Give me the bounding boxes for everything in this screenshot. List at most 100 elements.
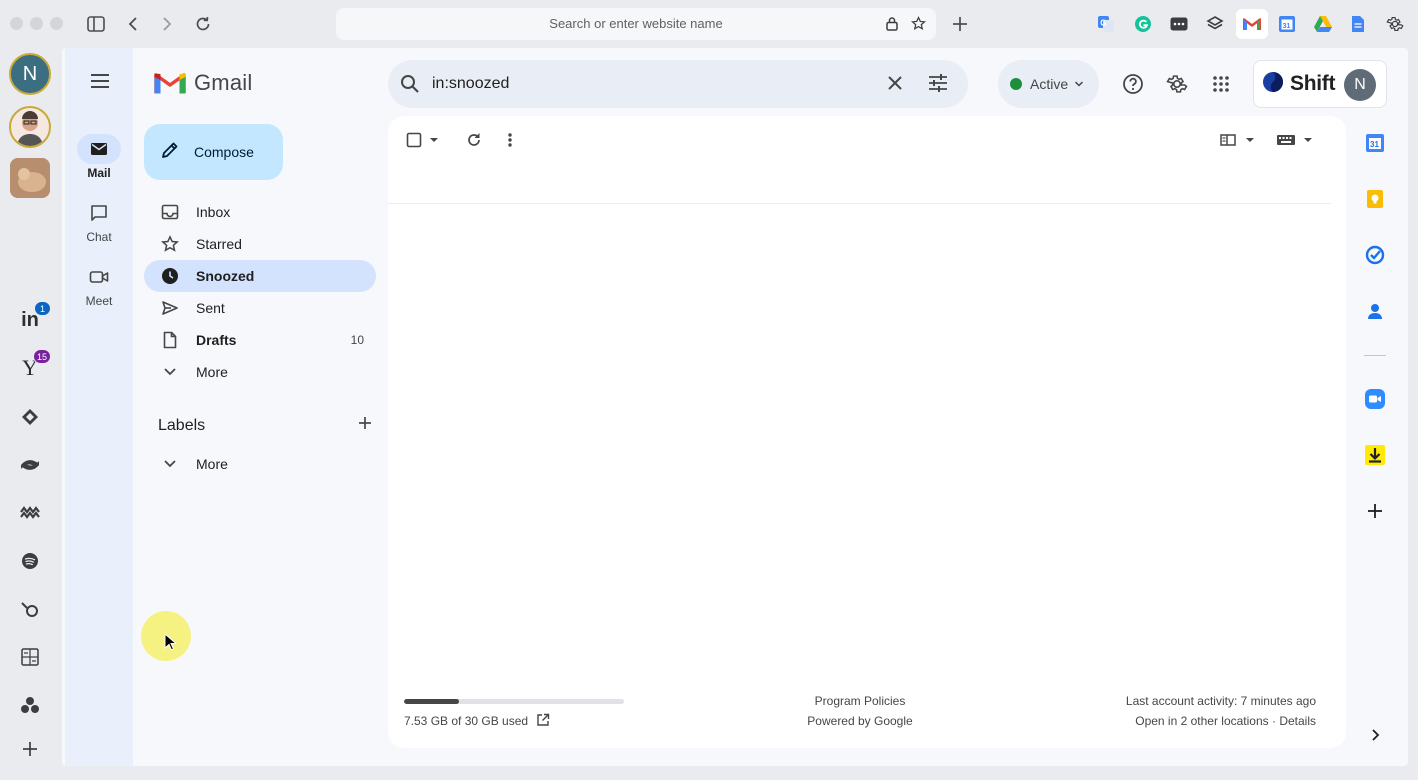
inbox-icon — [160, 204, 180, 220]
google-docs-icon[interactable] — [1347, 13, 1369, 35]
refresh-icon[interactable] — [466, 130, 482, 150]
bookmark-star-icon[interactable] — [910, 16, 927, 36]
add-label-icon[interactable] — [358, 416, 372, 435]
address-bar-placeholder: Search or enter website name — [549, 16, 723, 31]
storage-usage-text[interactable]: 7.53 GB of 30 GB used — [404, 714, 528, 728]
reload-icon[interactable] — [191, 12, 215, 36]
contacts-icon[interactable] — [1364, 300, 1386, 322]
gear-icon[interactable] — [1384, 13, 1406, 35]
clear-search-icon[interactable] — [886, 74, 904, 97]
diamond-app-icon[interactable] — [18, 405, 42, 429]
nav-item-snoozed[interactable]: Snoozed — [144, 260, 376, 292]
address-bar[interactable]: Search or enter website name — [336, 8, 936, 40]
search-icon[interactable] — [400, 74, 420, 99]
nav-item-drafts[interactable]: Drafts 10 — [144, 324, 376, 356]
layers-icon[interactable] — [1204, 13, 1226, 35]
workspace-photo-avatar[interactable] — [10, 158, 50, 198]
storage-progress-bar — [404, 699, 624, 704]
activity-details-link[interactable]: Open in 2 other locations · Details — [1135, 714, 1316, 728]
shift-account-box[interactable]: Shift N — [1253, 60, 1387, 108]
nav-inbox-label: Inbox — [196, 204, 231, 220]
calendar-icon[interactable]: 31 — [1364, 132, 1386, 154]
status-selector[interactable]: Active — [998, 60, 1099, 108]
powered-by-google-text: Powered by Google — [807, 714, 913, 728]
sidebar-toggle-icon[interactable] — [84, 12, 108, 36]
nav-item-inbox[interactable]: Inbox — [144, 196, 376, 228]
wave-app-icon[interactable] — [18, 501, 42, 525]
profile-photo-avatar[interactable] — [9, 106, 51, 148]
account-avatar-letter: N — [22, 62, 38, 85]
labels-more[interactable]: More — [144, 448, 376, 480]
community-icon[interactable] — [18, 693, 42, 717]
add-app-icon[interactable] — [18, 737, 42, 761]
help-icon[interactable] — [1121, 72, 1145, 96]
get-addons-icon[interactable] — [1364, 500, 1386, 522]
input-tools-dropdown-icon[interactable] — [1304, 137, 1312, 143]
nav-item-starred[interactable]: Starred — [144, 228, 376, 260]
back-icon[interactable] — [121, 12, 145, 36]
google-translate-icon[interactable]: G — [1095, 13, 1117, 35]
mode-chat-label: Chat — [86, 230, 112, 244]
select-all-checkbox[interactable] — [406, 130, 438, 150]
calculator-icon[interactable] — [18, 645, 42, 669]
linkedin-notification-badge: 1 — [34, 301, 51, 316]
labels-header: Labels — [158, 416, 372, 435]
more-options-icon[interactable] — [508, 130, 512, 150]
apps-grid-icon[interactable] — [1209, 72, 1233, 96]
new-tab-icon[interactable] — [948, 12, 972, 36]
svg-text:31: 31 — [1370, 140, 1379, 149]
window-minimize-button[interactable] — [30, 17, 43, 30]
mode-mail[interactable]: Mail — [65, 134, 133, 180]
google-calendar-ext-icon[interactable]: 31 — [1276, 13, 1298, 35]
download-icon[interactable] — [1364, 444, 1386, 466]
main-menu-icon[interactable] — [89, 72, 111, 95]
program-policies-link[interactable]: Program Policies — [760, 694, 960, 708]
chat-icon — [77, 198, 121, 228]
nav-item-sent[interactable]: Sent — [144, 292, 376, 324]
google-account-avatar[interactable]: N — [1344, 69, 1376, 101]
nav-item-more[interactable]: More — [144, 356, 376, 388]
mail-icon — [77, 134, 121, 164]
nav-more-label: More — [196, 364, 228, 380]
gmail-extension-icon[interactable] — [1236, 9, 1268, 39]
mode-meet[interactable]: Meet — [65, 262, 133, 308]
spotify-icon[interactable] — [18, 549, 42, 573]
mode-mail-label: Mail — [87, 166, 111, 180]
split-pane-toggle-icon[interactable] — [1220, 130, 1254, 150]
compose-button[interactable]: Compose — [144, 124, 283, 180]
mode-chat[interactable]: Chat — [65, 198, 133, 244]
keep-icon[interactable] — [1364, 188, 1386, 210]
link-app-icon[interactable] — [18, 597, 42, 621]
search-bar[interactable]: in:snoozed — [388, 60, 968, 108]
zoom-icon[interactable] — [1364, 388, 1386, 410]
chevron-right-icon[interactable] — [1364, 724, 1386, 746]
gmail-m-icon — [154, 73, 186, 94]
window-close-button[interactable] — [10, 17, 23, 30]
yahoo-icon[interactable]: Y 15 — [18, 349, 51, 380]
open-external-icon[interactable] — [536, 713, 550, 730]
split-pane-dropdown-icon[interactable] — [1246, 137, 1254, 143]
chevron-down-icon — [160, 459, 180, 469]
window-zoom-button[interactable] — [50, 17, 63, 30]
labels-more-label: More — [196, 456, 228, 472]
settings-gear-icon[interactable] — [1165, 72, 1189, 96]
search-options-icon[interactable] — [928, 74, 948, 97]
tasks-icon[interactable] — [1364, 244, 1386, 266]
input-tools-icon[interactable] — [1276, 130, 1312, 150]
message-list-pane: 7.53 GB of 30 GB used Program Policies P… — [388, 116, 1346, 748]
linkedin-icon[interactable]: in 1 — [18, 301, 51, 332]
forward-icon[interactable] — [155, 12, 179, 36]
grammarly-icon[interactable] — [1132, 13, 1154, 35]
lock-icon[interactable] — [885, 16, 899, 36]
confluence-icon[interactable] — [18, 453, 42, 477]
shift-logo-icon — [1262, 71, 1284, 98]
google-drive-icon[interactable] — [1312, 13, 1334, 35]
select-dropdown-icon[interactable] — [430, 137, 438, 143]
mode-meet-label: Meet — [85, 294, 113, 308]
password-manager-icon[interactable] — [1168, 13, 1190, 35]
search-input[interactable]: in:snoozed — [432, 75, 509, 93]
side-panel-separator — [1364, 355, 1386, 356]
gmail-logo[interactable]: Gmail — [154, 70, 252, 96]
side-panel: 31 — [1346, 116, 1404, 766]
account-avatar[interactable]: N — [9, 53, 51, 95]
